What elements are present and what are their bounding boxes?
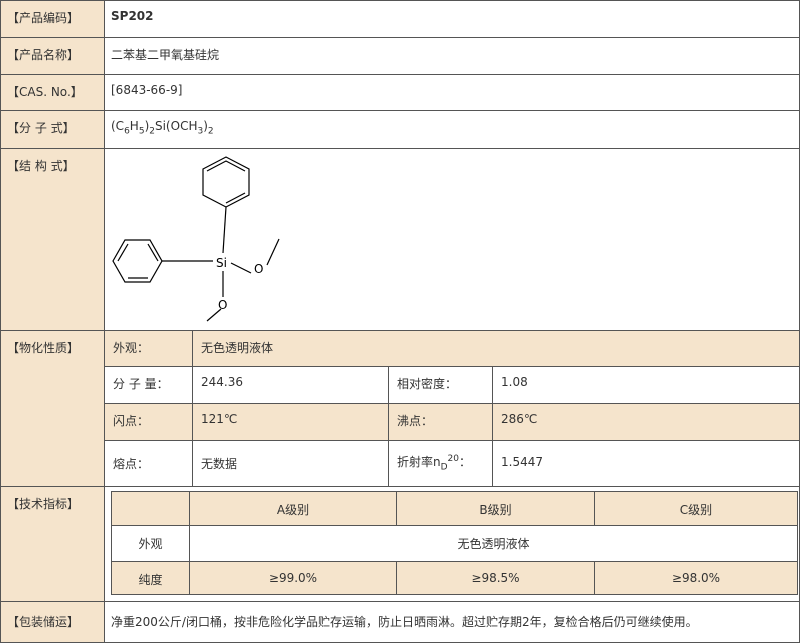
bond-si-o1 xyxy=(230,262,252,274)
row-code: 【产品编码】 SP202 xyxy=(1,1,799,38)
package-value: 净重200公斤/闭口桶，按非危险化学品贮存运输，防止日晒雨淋。超过贮存期2年，复… xyxy=(111,615,698,629)
spec-header-blank xyxy=(112,492,190,526)
ri-label: 折射率nD20： xyxy=(389,441,493,487)
formula-part: (C xyxy=(111,119,125,133)
formula-value: (C6H5)2Si(OCH3)2 xyxy=(105,111,799,148)
cas-value: [6843-66-9] xyxy=(111,83,183,97)
row-cas: 【CAS. No.】 [6843-66-9] xyxy=(1,75,799,111)
flash-value: 121℃ xyxy=(193,404,389,441)
bp-label: 沸点： xyxy=(389,404,493,441)
structure-label: 【结 构 式】 xyxy=(1,149,105,330)
row-package: 【包装储运】 净重200公斤/闭口桶，按非危险化学品贮存运输，防止日晒雨淋。超过… xyxy=(1,602,799,642)
left-phenyl-ring xyxy=(112,239,163,283)
package-label: 【包装储运】 xyxy=(1,602,105,642)
spec-purity-label: 纯度 xyxy=(112,562,190,594)
ri-value: 1.5447 xyxy=(501,455,543,469)
spec-purity-c: ≥98.0% xyxy=(595,562,797,594)
spec-purity-a: ≥99.0% xyxy=(190,562,397,594)
code-label: 【产品编码】 xyxy=(1,1,105,37)
spec-grade-a: A级别 xyxy=(190,492,397,526)
ring-inner-bond xyxy=(117,243,129,262)
formula-sub: 2 xyxy=(207,126,214,137)
code-value: SP202 xyxy=(111,9,154,23)
ri-label-text: 折射率n xyxy=(397,455,441,469)
mw-value: 244.36 xyxy=(193,367,389,404)
atom-o1: O xyxy=(254,262,263,276)
formula-part: Si(OCH xyxy=(154,119,198,133)
ri-sup: 20 xyxy=(447,454,459,464)
bond-si-top xyxy=(222,206,227,254)
row-structure: 【结 构 式】 Si O O xyxy=(1,149,799,331)
name-value: 二苯基二甲氧基硅烷 xyxy=(111,48,220,62)
ri-sub: D xyxy=(440,462,448,473)
atom-si: Si xyxy=(216,256,227,270)
density-label: 相对密度： xyxy=(389,367,493,404)
appearance-value: 无色透明液体 xyxy=(193,331,799,367)
formula-label: 【分 子 式】 xyxy=(1,111,105,148)
ring-inner-bond xyxy=(206,160,246,172)
structure-diagram: Si O O xyxy=(105,149,799,330)
spec-purity-b: ≥98.5% xyxy=(397,562,595,594)
mw-label: 分 子 量： xyxy=(105,367,193,404)
mp-label: 熔点： xyxy=(105,441,193,487)
spec-label: 【技术指标】 xyxy=(1,487,105,601)
bond-o1-methyl xyxy=(266,238,280,266)
props-label: 【物化性质】 xyxy=(1,331,105,486)
spec-grade-b: B级别 xyxy=(397,492,595,526)
density-value: 1.08 xyxy=(493,367,799,404)
top-phenyl-ring xyxy=(202,156,250,208)
spec-grade-c: C级别 xyxy=(595,492,797,526)
product-sheet: 【产品编码】 SP202 【产品名称】 二苯基二甲氧基硅烷 【CAS. No.】… xyxy=(0,0,800,643)
row-name: 【产品名称】 二苯基二甲氧基硅烷 xyxy=(1,38,799,75)
structure-svg: Si O O xyxy=(112,156,280,322)
bp-value: 286℃ xyxy=(493,404,799,441)
spec-appearance-value: 无色透明液体 xyxy=(190,526,797,562)
row-formula: 【分 子 式】 (C6H5)2Si(OCH3)2 xyxy=(1,111,799,149)
appearance-label: 外观： xyxy=(105,331,193,367)
spec-appearance-label: 外观 xyxy=(112,526,190,562)
cas-label: 【CAS. No.】 xyxy=(1,75,105,110)
mp-value: 无数据 xyxy=(193,441,389,487)
ri-colon: ： xyxy=(459,455,472,469)
spec-table: A级别 B级别 C级别 外观 无色透明液体 纯度 ≥99.0% ≥98.5% ≥… xyxy=(111,491,798,595)
formula-part: H xyxy=(129,119,139,133)
atom-o2: O xyxy=(218,298,227,312)
name-label: 【产品名称】 xyxy=(1,38,105,74)
flash-label: 闪点： xyxy=(105,404,193,441)
row-properties: 【物化性质】 外观： 无色透明液体 分 子 量： 244.36 相对密度： 1.… xyxy=(1,331,799,487)
